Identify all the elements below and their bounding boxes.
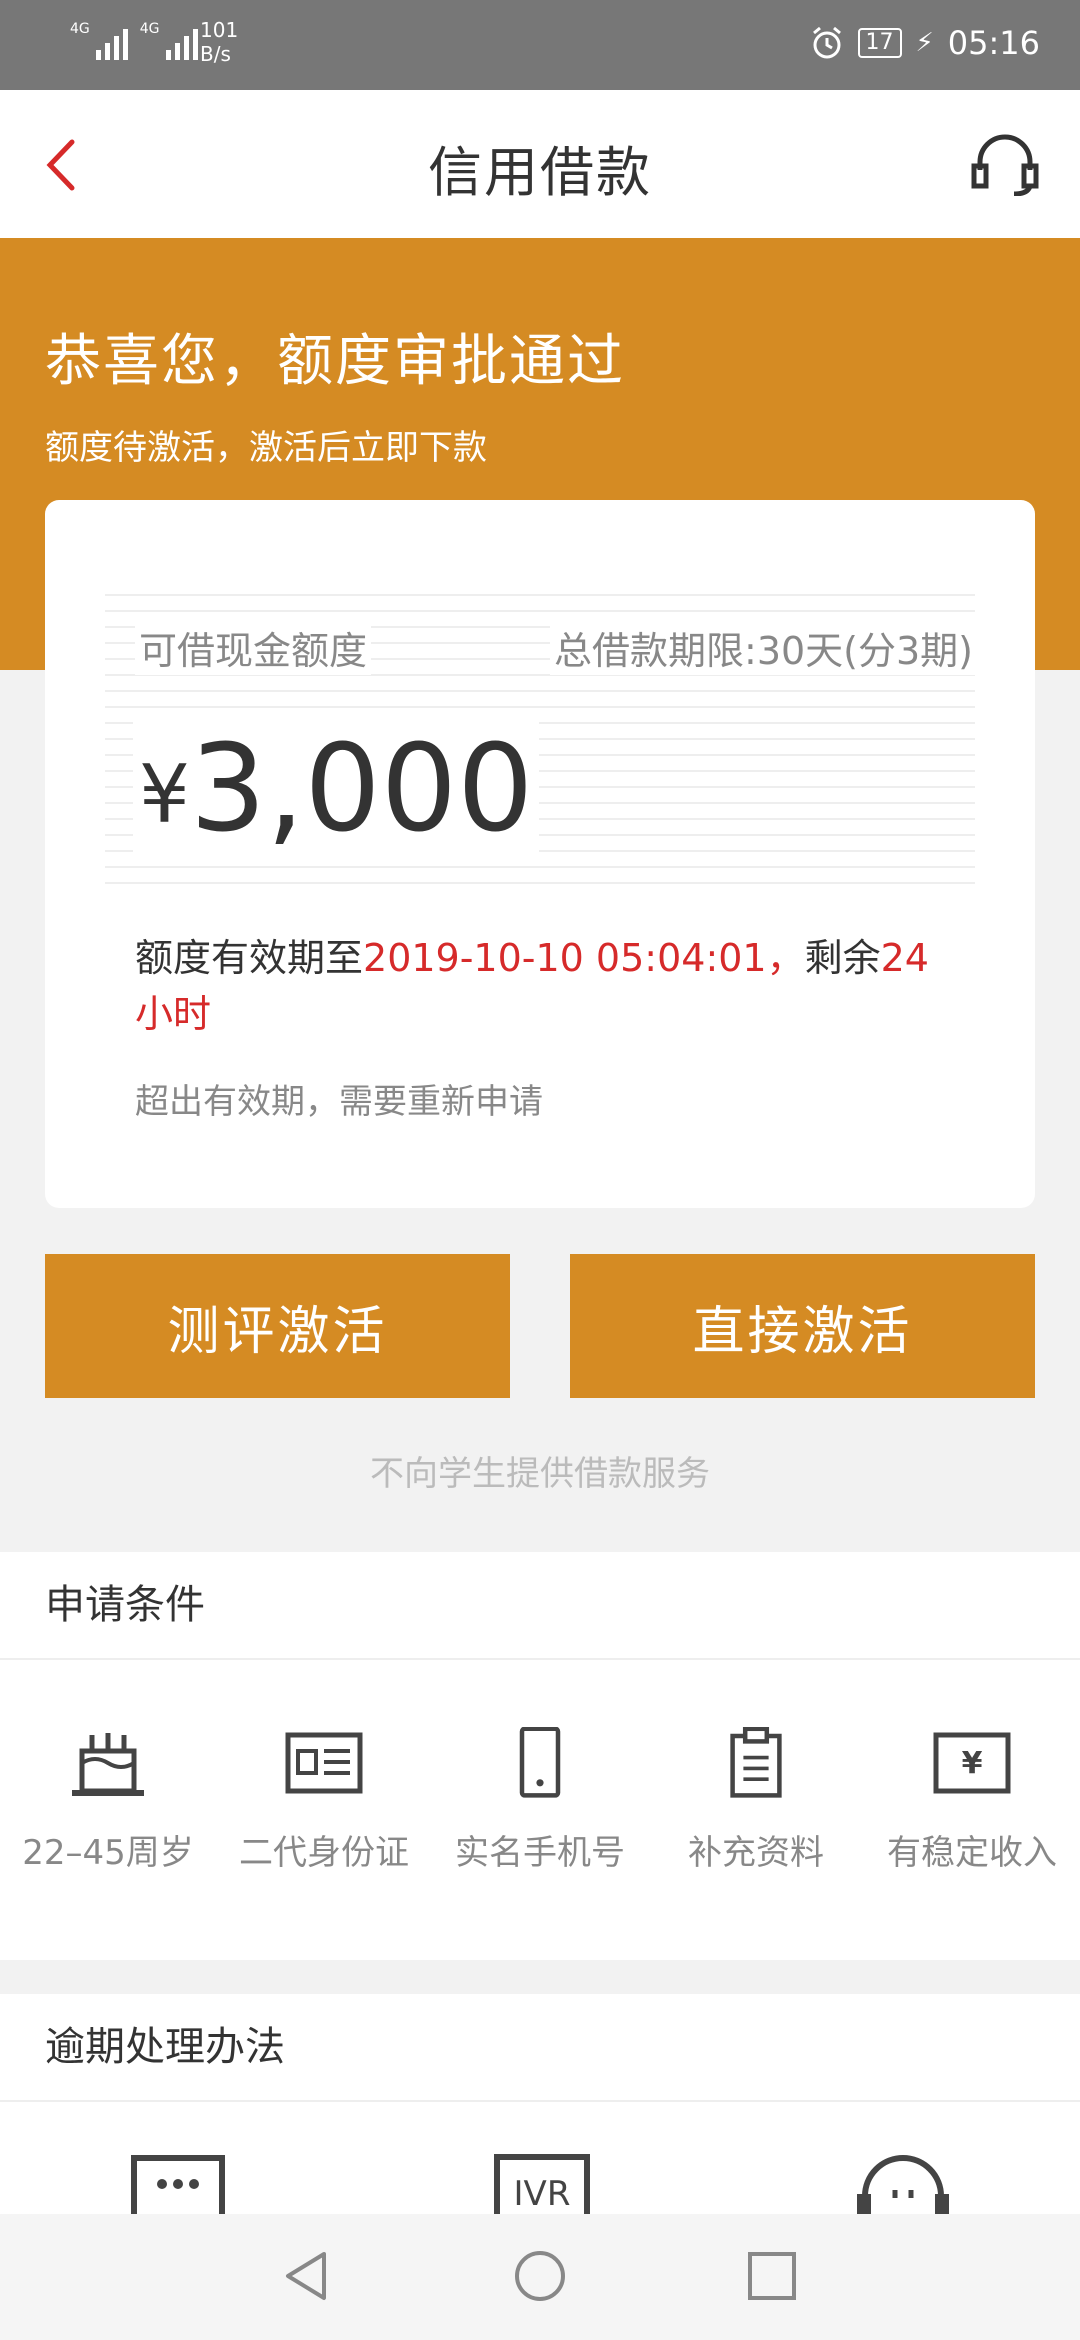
- student-notice: 不向学生提供借款服务: [370, 1454, 710, 1494]
- battery-level: 17: [857, 28, 902, 58]
- requirement-label: 二代身份证: [239, 1833, 409, 1873]
- alarm-icon: [812, 26, 841, 59]
- id-card-icon: [285, 1732, 363, 1794]
- requirement-label: 22–45周岁: [22, 1833, 194, 1873]
- requirement-label: 补充资料: [688, 1833, 824, 1873]
- headset-icon: [857, 2155, 949, 2214]
- requirement-label: 实名手机号: [455, 1833, 625, 1873]
- validity-note: 超出有效期，需要重新申请: [135, 1082, 543, 1122]
- net-speed: 101 B/s: [200, 18, 238, 66]
- direct-activate-button[interactable]: 直接激活: [570, 1254, 1035, 1398]
- top-nav-bar: 信用借款: [0, 90, 1080, 238]
- credit-amount: ¥3,000: [133, 720, 540, 865]
- signal-group: 4G 4G: [70, 22, 198, 60]
- evaluate-activate-button[interactable]: 测评激活: [45, 1254, 510, 1398]
- validity-text: 额度有效期至2019-10-10 05:04:01，剩余24小时: [135, 930, 965, 1042]
- phone-icon: [519, 1727, 561, 1798]
- cash-limit-label: 可借现金额度: [135, 620, 372, 675]
- cake-icon: [72, 1733, 144, 1796]
- clipboard-icon: [730, 1727, 782, 1798]
- signal-1-icon: 4G: [70, 22, 128, 60]
- svg-text:¥: ¥: [962, 1746, 983, 1781]
- requirement-phone: 实名手机号: [432, 1727, 648, 1874]
- requirement-age: 22–45周岁: [0, 1727, 216, 1874]
- currency-symbol: ¥: [139, 748, 190, 841]
- net-speed-value: 101: [200, 18, 239, 42]
- sms-icon: [131, 2155, 225, 2214]
- signal-2-label: 4G: [139, 21, 160, 37]
- home-nav-icon[interactable]: [512, 2248, 568, 2304]
- validity-remaining-label: 剩余: [804, 936, 881, 980]
- amount-value: 3,000: [189, 720, 534, 859]
- requirements-list: 22–45周岁 二代身份证 实名手机号 补充资料 ¥ 有稳定收入: [0, 1727, 1080, 1874]
- net-speed-unit: B/s: [200, 42, 231, 66]
- overdue-methods: IVR: [0, 2154, 1080, 2214]
- loan-term-label: 总借款期限:30天(分3期): [550, 620, 977, 675]
- requirements-section: 申请条件 22–45周岁 二代身份证 实名手机号 补充资料 ¥ 有稳定收入: [0, 1552, 1080, 1960]
- approval-subtitle: 额度待激活，激活后立即下款: [45, 428, 487, 468]
- status-bar: 4G 4G 101 B/s 17 ⚡ 05:16: [0, 0, 1080, 90]
- headset-icon[interactable]: [970, 132, 1040, 196]
- ivr-label: IVR: [513, 2174, 571, 2214]
- system-nav-bar: [0, 2214, 1080, 2340]
- income-icon: ¥: [933, 1732, 1011, 1794]
- overdue-title: 逾期处理办法: [0, 1994, 1080, 2102]
- charging-icon: ⚡: [915, 28, 934, 58]
- credit-limit-card: 可借现金额度 总借款期限:30天(分3期) ¥3,000 额度有效期至2019-…: [45, 500, 1035, 1208]
- back-nav-icon[interactable]: [280, 2248, 336, 2304]
- ivr-icon: IVR: [494, 2154, 590, 2214]
- validity-prefix: 额度有效期至: [135, 936, 364, 980]
- page-title: 信用借款: [428, 141, 652, 204]
- requirement-label: 有稳定收入: [887, 1833, 1057, 1873]
- requirement-id-card: 二代身份证: [216, 1727, 432, 1874]
- approval-headline: 恭喜您，额度审批通过: [45, 329, 625, 394]
- signal-2-icon: 4G: [140, 22, 198, 60]
- status-right: 17 ⚡ 05:16: [810, 24, 1040, 62]
- validity-date: 2019-10-10 05:04:01，: [363, 936, 805, 980]
- requirements-title: 申请条件: [0, 1552, 1080, 1660]
- requirement-income: ¥ 有稳定收入: [864, 1727, 1080, 1874]
- requirement-documents: 补充资料: [648, 1727, 864, 1874]
- signal-1-label: 4G: [70, 21, 90, 37]
- clock: 05:16: [947, 24, 1040, 62]
- recents-nav-icon[interactable]: [744, 2248, 800, 2304]
